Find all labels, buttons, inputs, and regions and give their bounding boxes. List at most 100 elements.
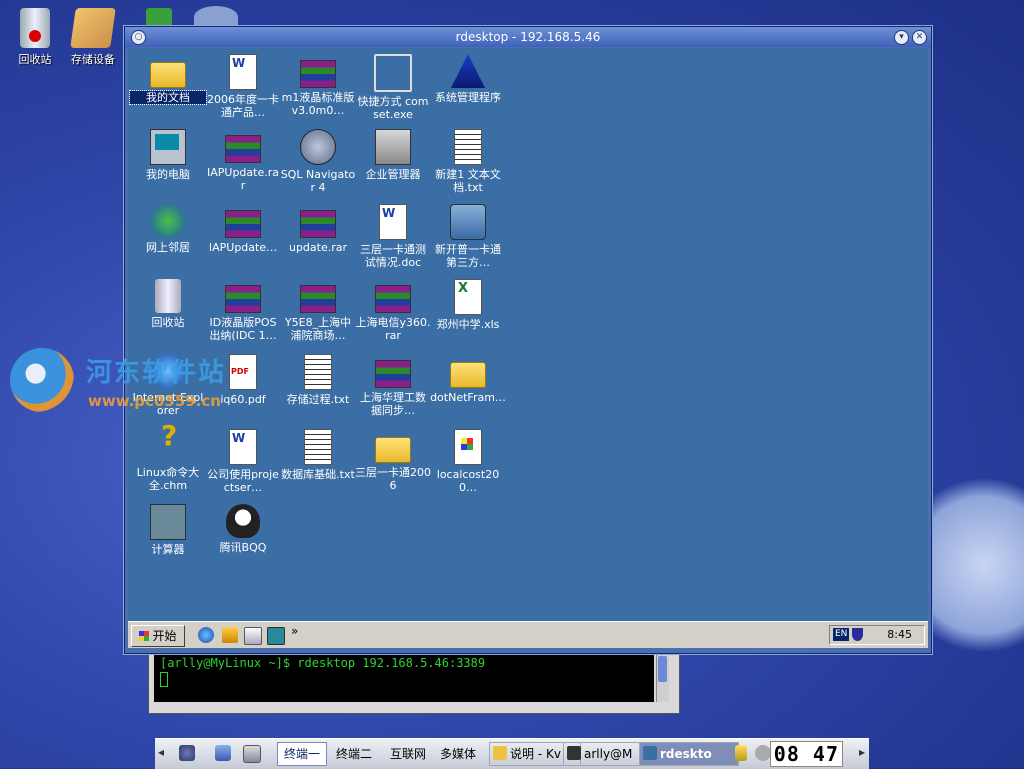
start-button[interactable]: 开始 bbox=[131, 625, 185, 647]
rdesktop-window[interactable]: ○ rdesktop - 192.168.5.46 ▾ ✕ 我的文档2006年度… bbox=[124, 26, 932, 654]
desktop-shortcut[interactable]: 我的文档 bbox=[129, 54, 207, 105]
desktop-shortcut[interactable]: m1液晶标准版v3.0m0… bbox=[280, 54, 356, 117]
terminal-window[interactable]: [arlly@MyLinux ~]$ rdesktop 192.168.5.46… bbox=[148, 650, 680, 714]
host-icon-label: 存储设备 bbox=[71, 53, 115, 66]
desktop-shortcut[interactable]: IAPUpdate… bbox=[205, 204, 281, 254]
shade-icon[interactable]: ▾ bbox=[894, 30, 909, 45]
qq-icon bbox=[226, 504, 260, 538]
folder-icon bbox=[150, 62, 186, 88]
desktop-shortcut[interactable]: 郑州中学.xls bbox=[430, 279, 506, 331]
clipboard-icon[interactable] bbox=[735, 745, 747, 761]
desktop-shortcut[interactable]: ID液晶版POS出纳(IDC 1… bbox=[205, 279, 281, 342]
computer-icon bbox=[150, 129, 186, 165]
remote-desktop-area[interactable]: 我的文档2006年度一卡通产品…m1液晶标准版v3.0m0…快捷方式 comse… bbox=[128, 48, 928, 648]
host-globe-icon[interactable] bbox=[194, 6, 238, 28]
desktop-shortcut[interactable]: 我的电脑 bbox=[130, 129, 206, 181]
desktop-shortcut-label: 企业管理器 bbox=[365, 168, 421, 181]
recycle-bin-icon bbox=[155, 279, 181, 313]
taskbar-task[interactable]: rdeskto bbox=[639, 742, 739, 766]
desktop-shortcut-label: IAPUpdate… bbox=[208, 241, 278, 254]
terminal-scrollbar[interactable] bbox=[656, 652, 669, 702]
host-app-icon[interactable] bbox=[146, 8, 172, 28]
terminal-scroll-thumb[interactable] bbox=[658, 656, 667, 682]
desktop-shortcut[interactable]: 网上邻居 bbox=[130, 204, 206, 254]
virtual-desktop-3[interactable]: 互联网 bbox=[383, 742, 433, 766]
window-list-icon[interactable] bbox=[243, 745, 261, 763]
mute-speaker-icon[interactable] bbox=[755, 745, 771, 761]
desktop-shortcut[interactable]: 腾讯BQQ bbox=[205, 504, 281, 554]
desktop-shortcut[interactable]: 2006年度一卡通产品… bbox=[205, 54, 281, 119]
quicklaunch-monitor-icon[interactable] bbox=[267, 627, 285, 645]
desktop-shortcut[interactable]: 计算器 bbox=[130, 504, 206, 556]
enterprise-manager-icon bbox=[375, 129, 411, 165]
gear-icon[interactable] bbox=[179, 745, 195, 761]
watermark-logo-icon bbox=[10, 348, 74, 412]
desktop-shortcut[interactable]: update.rar bbox=[280, 204, 356, 254]
desktop-shortcut[interactable]: 新建1 文本文档.txt bbox=[430, 129, 506, 194]
quicklaunch-ie-icon[interactable] bbox=[198, 627, 214, 643]
desktop-shortcut[interactable]: 回收站 bbox=[130, 279, 206, 329]
chm-help-icon bbox=[151, 429, 185, 463]
sql-navigator-icon bbox=[300, 129, 336, 165]
desktop-shortcut[interactable]: 三层一卡通测试情况.doc bbox=[355, 204, 431, 269]
quicklaunch-desktop-icon[interactable] bbox=[244, 627, 262, 645]
window-menu-icon[interactable]: ○ bbox=[131, 30, 146, 45]
rar-archive-icon bbox=[300, 210, 336, 238]
system-admin-icon bbox=[451, 54, 485, 88]
terminal-output[interactable]: [arlly@MyLinux ~]$ rdesktop 192.168.5.46… bbox=[154, 652, 654, 702]
desktop-shortcut[interactable]: SQL Navigator 4 bbox=[280, 129, 356, 194]
close-icon[interactable]: ✕ bbox=[912, 30, 927, 45]
panel-clock[interactable]: 08 47 bbox=[769, 741, 843, 767]
antivirus-shield-icon[interactable] bbox=[852, 628, 863, 641]
desktop-shortcut[interactable]: 系统管理程序 bbox=[430, 54, 506, 104]
desktop-shortcut[interactable]: 数据库基础.txt bbox=[280, 429, 356, 481]
desktop-shortcut[interactable]: IAPUpdate.rar bbox=[205, 129, 281, 192]
panel-hide-right-icon[interactable]: ▸ bbox=[859, 745, 865, 759]
host-storage-desktop-icon[interactable]: 存储设备 bbox=[58, 8, 128, 67]
rdesktop-title: rdesktop - 192.168.5.46 bbox=[455, 30, 601, 44]
desktop-shortcut[interactable]: localcost200… bbox=[430, 429, 506, 494]
desktop-shortcut-label: 三层一卡通测试情况.doc bbox=[360, 243, 426, 269]
installer-icon bbox=[454, 429, 482, 465]
tray-clock[interactable]: 8:45 bbox=[887, 628, 912, 641]
desktop-shortcut[interactable]: 新开普一卡通第三方… bbox=[430, 204, 506, 269]
taskbar-task-label: arlly@M bbox=[584, 747, 633, 761]
panel-hide-left-icon[interactable]: ◂ bbox=[158, 745, 164, 759]
desktop-shortcut[interactable]: Linux命令大全.chm bbox=[130, 429, 206, 492]
desktop-shortcut-label: Internet Explorer bbox=[132, 391, 204, 417]
pdf-icon bbox=[229, 354, 257, 390]
desktop-shortcut-label: 公司使用projectser… bbox=[207, 468, 279, 494]
desktop-shortcut-label: 网上邻居 bbox=[146, 241, 190, 254]
terminal-cursor bbox=[160, 672, 168, 687]
desktop-shortcut[interactable]: Internet Explorer bbox=[130, 354, 206, 417]
desktop-shortcut[interactable]: 公司使用projectser… bbox=[205, 429, 281, 494]
language-indicator[interactable]: EN bbox=[833, 628, 850, 641]
taskbar-task-label: rdeskto bbox=[660, 747, 712, 761]
desktop-shortcut[interactable]: 快捷方式 comset.exe bbox=[355, 54, 431, 121]
desktop-shortcut-label: 上海电信y360.rar bbox=[355, 316, 431, 342]
quicklaunch-more-button[interactable]: » bbox=[291, 624, 298, 638]
desktop-shortcut-label: Linux命令大全.chm bbox=[136, 466, 200, 492]
desktop-shortcut-label: 回收站 bbox=[151, 316, 185, 329]
virtual-desktop-2[interactable]: 终端二 bbox=[329, 742, 379, 766]
shortcut-exe-icon bbox=[374, 54, 412, 92]
desktop-shortcut[interactable]: 上海电信y360.rar bbox=[355, 279, 431, 342]
system-tray: EN 8:45 bbox=[829, 625, 925, 645]
desktop-shortcut-label: update.rar bbox=[288, 241, 348, 254]
desktop-shortcut[interactable]: iq60.pdf bbox=[205, 354, 281, 406]
quicklaunch-outlook-icon[interactable] bbox=[222, 627, 238, 643]
network-tool-icon[interactable] bbox=[215, 745, 231, 761]
desktop-shortcut[interactable]: Y5E8_上海中浦院商场… bbox=[280, 279, 356, 342]
network-icon bbox=[151, 204, 185, 238]
virtual-desktop-1[interactable]: 终端一 bbox=[277, 742, 328, 766]
word-doc-icon bbox=[229, 54, 257, 90]
desktop-shortcut[interactable]: 上海华理工数据同步… bbox=[355, 354, 431, 417]
desktop-shortcut[interactable]: 企业管理器 bbox=[355, 129, 431, 181]
virtual-desktop-4[interactable]: 多媒体 bbox=[433, 742, 483, 766]
desktop-shortcut-label: Y5E8_上海中浦院商场… bbox=[284, 316, 352, 342]
desktop-shortcut[interactable]: 存储过程.txt bbox=[280, 354, 356, 406]
desktop-shortcut-label: 郑州中学.xls bbox=[436, 318, 500, 331]
desktop-shortcut[interactable]: 三层一卡通2006 bbox=[355, 429, 431, 492]
rdesktop-titlebar[interactable]: ○ rdesktop - 192.168.5.46 ▾ ✕ bbox=[125, 27, 931, 47]
desktop-shortcut[interactable]: dotNetFram… bbox=[430, 354, 506, 404]
